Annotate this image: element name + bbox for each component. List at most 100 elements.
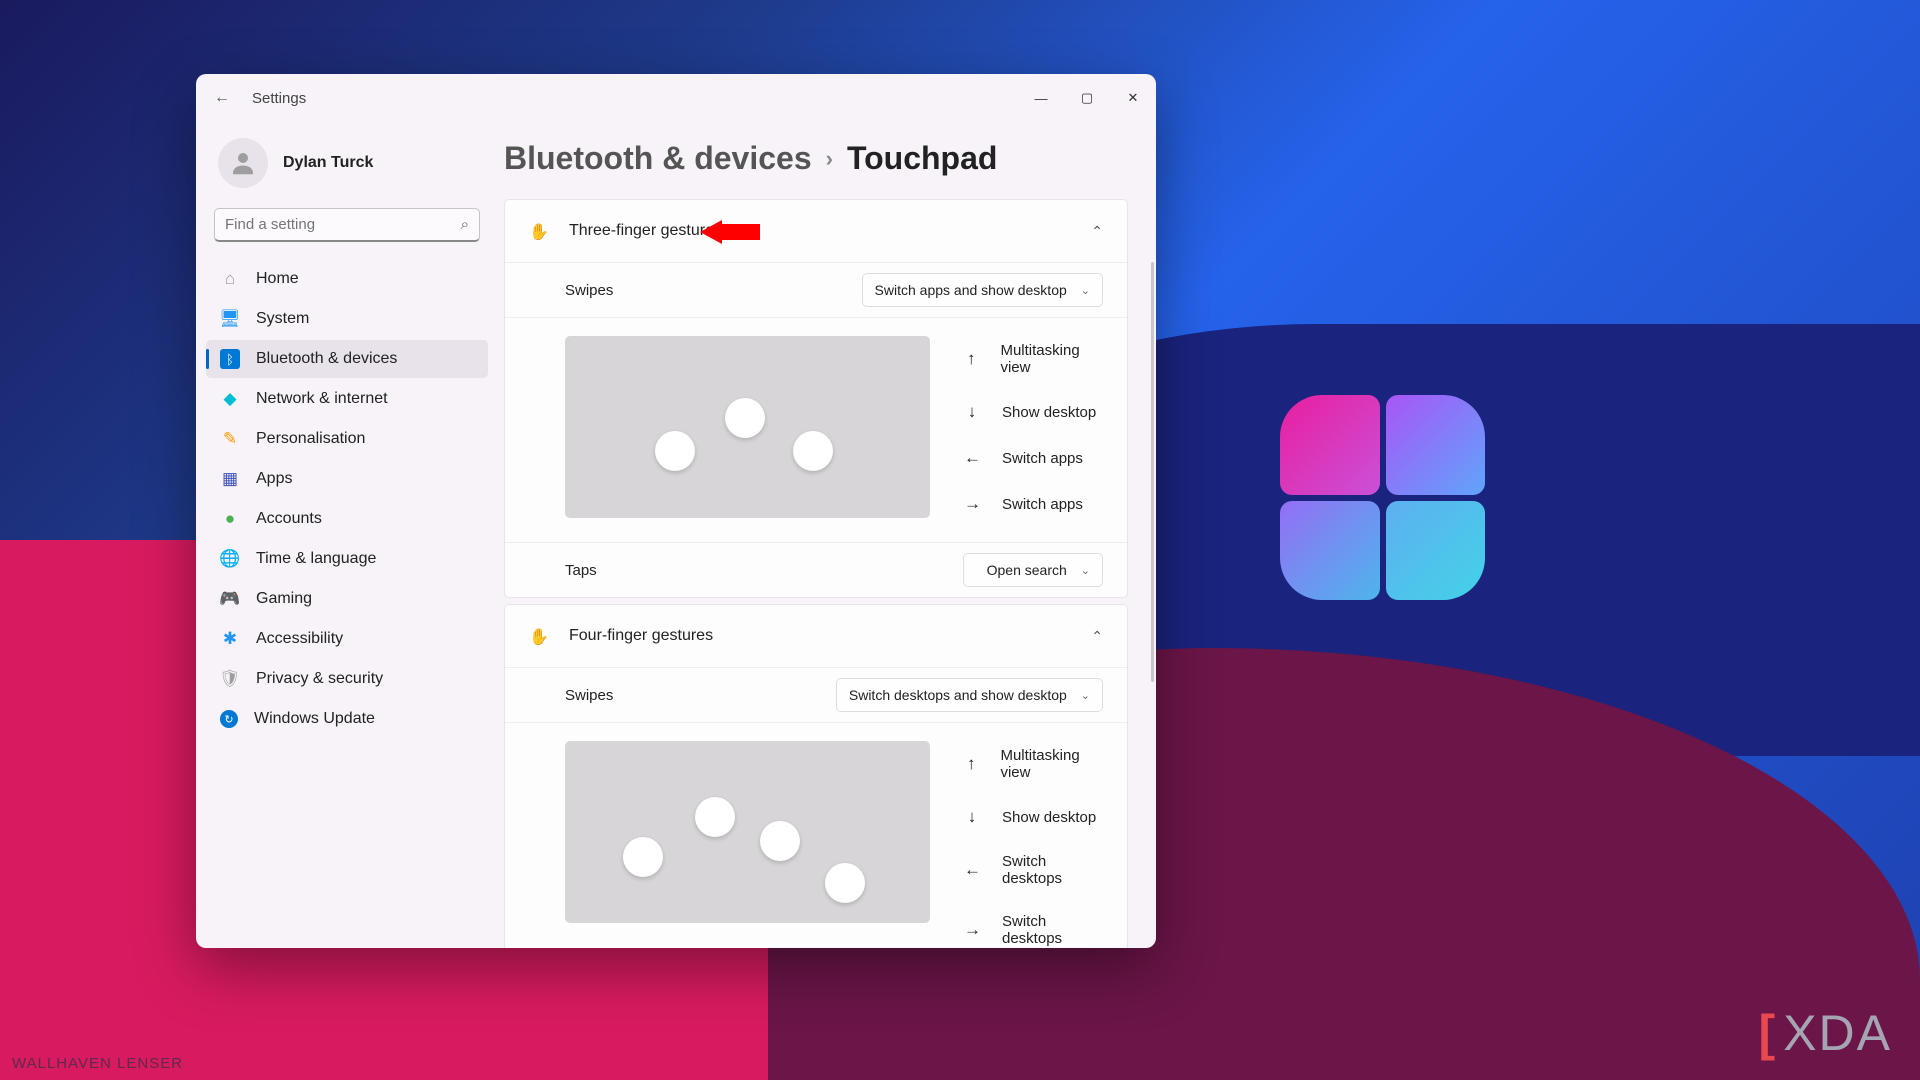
xda-watermark: [XDA	[1759, 1004, 1892, 1062]
nav-bluetooth-devices[interactable]: ᛒ Bluetooth & devices	[206, 340, 488, 378]
nav-label: Time & language	[256, 550, 376, 568]
swipes-dropdown[interactable]: Switch desktops and show desktop ⌄	[836, 678, 1103, 712]
nav-accessibility[interactable]: ✱ Accessibility	[206, 620, 488, 658]
globe-icon: 🌐	[220, 549, 240, 569]
user-profile[interactable]: Dylan Turck	[206, 130, 488, 208]
close-button[interactable]: ✕	[1110, 78, 1156, 118]
avatar-icon	[218, 138, 268, 188]
finger-dot	[760, 821, 800, 861]
dir-label: Show desktop	[1002, 809, 1096, 826]
nav-label: Network & internet	[256, 390, 388, 408]
dir-up: ↑ Multitasking view	[964, 747, 1103, 781]
dir-label: Multitasking view	[1000, 342, 1103, 376]
back-button[interactable]: ←	[214, 89, 230, 107]
chevron-down-icon: ⌄	[1081, 564, 1090, 577]
dir-label: Switch desktops	[1002, 913, 1103, 947]
accessibility-icon: ✱	[220, 629, 240, 649]
finger-dot	[695, 797, 735, 837]
scrollbar[interactable]	[1151, 262, 1154, 682]
dir-left: ← Switch desktops	[964, 853, 1103, 887]
four-finger-header[interactable]: ✋ Four-finger gestures ⌃	[505, 605, 1127, 667]
chevron-right-icon: ›	[826, 146, 833, 172]
card-title: Three-finger gestures	[569, 222, 1069, 240]
gamepad-icon: 🎮	[220, 589, 240, 609]
search-box[interactable]: ⌕	[214, 208, 480, 242]
person-icon: ●	[220, 509, 240, 529]
nav-label: Bluetooth & devices	[256, 350, 397, 368]
nav-label: Windows Update	[254, 710, 375, 728]
direction-list: ↑ Multitasking view ↓ Show desktop ← Swi…	[964, 741, 1103, 947]
nav-label: Gaming	[256, 590, 312, 608]
swipes-row: Swipes Switch apps and show desktop ⌄	[505, 262, 1127, 317]
finger-dot	[623, 837, 663, 877]
taps-label: Taps	[565, 562, 597, 579]
minimize-button[interactable]: —	[1018, 78, 1064, 118]
nav-windows-update[interactable]: ↻ Windows Update	[206, 700, 488, 738]
arrow-down-icon: ↓	[964, 807, 980, 827]
nav-time-language[interactable]: 🌐 Time & language	[206, 540, 488, 578]
breadcrumb-parent[interactable]: Bluetooth & devices	[504, 140, 812, 177]
swipes-label: Swipes	[565, 282, 613, 299]
finger-dot	[793, 431, 833, 471]
dropdown-value: Switch desktops and show desktop	[849, 687, 1067, 703]
nav-label: Accounts	[256, 510, 322, 528]
dir-up: ↑ Multitasking view	[964, 342, 1103, 376]
annotation-arrow	[700, 220, 760, 244]
wallpaper-credit: WALLHAVEN LENSER	[12, 1055, 183, 1072]
system-icon: 🖥	[220, 309, 240, 329]
finger-dot	[655, 431, 695, 471]
nav-label: Home	[256, 270, 299, 288]
nav-apps[interactable]: ▦ Apps	[206, 460, 488, 498]
dir-label: Switch apps	[1002, 496, 1083, 513]
finger-dot	[725, 398, 765, 438]
arrow-up-icon: ↑	[964, 349, 978, 369]
dir-right: → Switch desktops	[964, 913, 1103, 947]
dir-label: Show desktop	[1002, 404, 1096, 421]
nav-gaming[interactable]: 🎮 Gaming	[206, 580, 488, 618]
dropdown-value: Open search	[987, 562, 1067, 578]
arrow-up-icon: ↑	[964, 754, 978, 774]
content: Bluetooth & devices › Touchpad ✋ Three-f…	[496, 122, 1156, 948]
direction-list: ↑ Multitasking view ↓ Show desktop ← Swi…	[964, 336, 1103, 518]
brush-icon: ✎	[220, 429, 240, 449]
taps-dropdown[interactable]: Open search ⌄	[963, 553, 1103, 587]
titlebar: ← Settings — ▢ ✕	[196, 74, 1156, 122]
gesture-preview	[565, 741, 930, 923]
chevron-up-icon: ⌃	[1091, 223, 1103, 240]
nav-network[interactable]: ◆ Network & internet	[206, 380, 488, 418]
wifi-icon: ◆	[220, 389, 240, 409]
nav-label: System	[256, 310, 309, 328]
chevron-down-icon: ⌄	[1081, 284, 1090, 297]
finger-dot	[825, 863, 865, 903]
nav-accounts[interactable]: ● Accounts	[206, 500, 488, 538]
arrow-right-icon: →	[964, 920, 980, 940]
home-icon: ⌂	[220, 269, 240, 289]
sidebar: Dylan Turck ⌕ ⌂ Home 🖥 System ᛒ Bluetoot…	[196, 122, 496, 948]
nav-label: Apps	[256, 470, 292, 488]
arrow-left-icon: ←	[964, 860, 980, 880]
nav-personalisation[interactable]: ✎ Personalisation	[206, 420, 488, 458]
maximize-button[interactable]: ▢	[1064, 78, 1110, 118]
dir-left: ← Switch apps	[964, 448, 1103, 468]
swipes-dropdown[interactable]: Switch apps and show desktop ⌄	[862, 273, 1103, 307]
bluetooth-icon: ᛒ	[220, 349, 240, 369]
nav-privacy[interactable]: 🛡 Privacy & security	[206, 660, 488, 698]
arrow-left-icon: ←	[964, 448, 980, 468]
username: Dylan Turck	[283, 154, 373, 172]
windows-logo	[1280, 395, 1485, 600]
search-input[interactable]	[225, 216, 461, 233]
dir-down: ↓ Show desktop	[964, 402, 1103, 422]
gesture-detail: ↑ Multitasking view ↓ Show desktop ← Swi…	[505, 317, 1127, 542]
three-finger-header[interactable]: ✋ Three-finger gestures ⌃	[505, 200, 1127, 262]
search-icon: ⌕	[461, 216, 469, 233]
dir-label: Multitasking view	[1000, 747, 1103, 781]
nav-home[interactable]: ⌂ Home	[206, 260, 488, 298]
dropdown-value: Switch apps and show desktop	[875, 282, 1067, 298]
nav-system[interactable]: 🖥 System	[206, 300, 488, 338]
dir-label: Switch apps	[1002, 450, 1083, 467]
page-title: Touchpad	[847, 140, 998, 177]
three-finger-card: ✋ Three-finger gestures ⌃ Swipes Switch …	[504, 199, 1128, 598]
dir-right: → Switch apps	[964, 494, 1103, 514]
dir-label: Switch desktops	[1002, 853, 1103, 887]
arrow-right-icon: →	[964, 494, 980, 514]
